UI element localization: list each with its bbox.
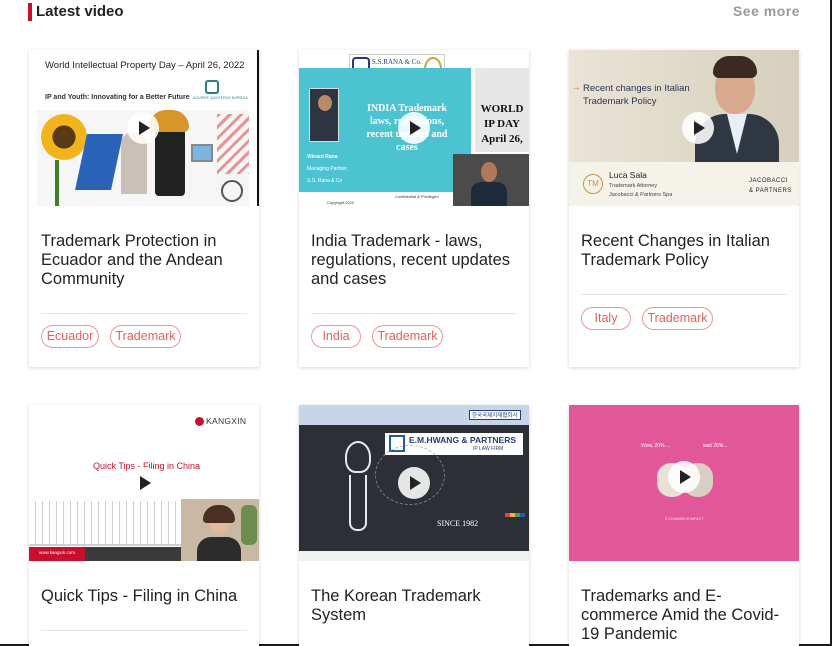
tablet-icon bbox=[191, 144, 213, 162]
video-card[interactable]: → Recent changes in Italian Trademark Po… bbox=[569, 50, 799, 367]
color-dots bbox=[505, 513, 525, 517]
speaker-webcam bbox=[181, 499, 259, 561]
speaker-name: Vikrant Rana bbox=[307, 154, 338, 160]
play-button[interactable] bbox=[668, 461, 700, 493]
play-button[interactable] bbox=[127, 112, 159, 144]
card-divider bbox=[41, 313, 247, 314]
presenter-hair bbox=[713, 56, 757, 78]
card-divider bbox=[311, 313, 517, 314]
footer-url: www.kangxin.com bbox=[39, 550, 76, 555]
thumb-banner: Recent changes in Italian Trademark Poli… bbox=[583, 83, 690, 107]
speaker-webcam bbox=[453, 154, 529, 206]
hand-drawing bbox=[349, 475, 367, 531]
tag-ecuador[interactable]: Ecuador bbox=[41, 325, 99, 348]
presenter-role: Trademark Attorney bbox=[609, 183, 658, 189]
tag-trademark[interactable]: Trademark bbox=[372, 325, 443, 348]
video-thumbnail[interactable]: World Intellectual Property Day – April … bbox=[29, 50, 259, 206]
accent-bar bbox=[28, 3, 32, 21]
copyright-text: Copyright 2022 bbox=[327, 200, 355, 205]
korean-badge: 한국국제지재협회사 bbox=[469, 410, 521, 420]
play-button[interactable] bbox=[128, 467, 160, 499]
video-title[interactable]: India Trademark - laws, regulations, rec… bbox=[311, 232, 519, 289]
speaker-role: Managing Partner, bbox=[307, 166, 348, 172]
firm-name: E.M.HWANG & PARTNERS bbox=[409, 435, 517, 445]
video-title[interactable]: Trademarks and E-commerce Amid the Covid… bbox=[581, 587, 789, 644]
confidential-text: Confidential & Privileged bbox=[395, 194, 439, 199]
tag-india[interactable]: India bbox=[311, 325, 361, 348]
play-button[interactable] bbox=[398, 467, 430, 499]
video-thumbnail[interactable]: 한국국제지재협회사 E.M.HWANG & PARTNERS IP LAW FI… bbox=[299, 405, 529, 561]
thumb-caption: E-COMMERCE IMPACT bbox=[665, 517, 704, 521]
firm-logo-text: AGUIRRE QUINTEROS NORIEGA bbox=[193, 96, 248, 100]
video-thumbnail[interactable]: → Recent changes in Italian Trademark Po… bbox=[569, 50, 799, 206]
video-card[interactable]: World Intellectual Property Day – April … bbox=[29, 50, 259, 367]
video-title[interactable]: Trademark Protection in Ecuador and the … bbox=[41, 232, 249, 289]
bottom-strip bbox=[299, 551, 529, 561]
section-title: Latest video bbox=[36, 3, 124, 20]
video-thumbnail[interactable]: S.S.RANA & Co. Vikrant Rana Managing Par… bbox=[299, 50, 529, 206]
video-card[interactable]: Wow, 20% ... wait 20%... E-COMMERCE IMPA… bbox=[569, 405, 799, 646]
firm-logo-icon bbox=[205, 80, 219, 94]
partners-logo: & PARTNERS bbox=[749, 188, 792, 194]
see-more-link[interactable]: See more bbox=[733, 2, 800, 20]
presenter-company: Jacobacci & Partners Spa bbox=[609, 192, 673, 198]
bicycle-icon bbox=[221, 180, 243, 202]
tag-trademark[interactable]: Trademark bbox=[642, 307, 713, 330]
speech-bubble-2: wait 20%... bbox=[703, 443, 728, 449]
birds-pattern bbox=[217, 114, 249, 174]
play-button[interactable] bbox=[682, 112, 714, 144]
speech-bubble-1: Wow, 20% ... bbox=[641, 443, 671, 449]
skyline-base bbox=[29, 544, 181, 546]
video-card[interactable]: S.S.RANA & Co. Vikrant Rana Managing Par… bbox=[299, 50, 529, 367]
tag-italy[interactable]: Italy bbox=[581, 307, 631, 330]
video-card[interactable]: 한국국제지재협회사 E.M.HWANG & PARTNERS IP LAW FI… bbox=[299, 405, 529, 646]
lightbulb-icon bbox=[345, 441, 371, 473]
video-title[interactable]: Quick Tips - Filing in China bbox=[41, 587, 249, 606]
speaker-photo bbox=[309, 88, 339, 142]
video-thumbnail[interactable]: Wow, 20% ... wait 20%... E-COMMERCE IMPA… bbox=[569, 405, 799, 561]
play-button[interactable] bbox=[398, 112, 430, 144]
video-thumbnail[interactable]: KANGXIN Quick Tips - Filing in China www… bbox=[29, 405, 259, 561]
card-divider bbox=[41, 630, 247, 631]
kangxin-logo-icon bbox=[195, 417, 204, 426]
kangxin-logo-text: KANGXIN bbox=[206, 416, 247, 426]
thumb-heading: World Intellectual Property Day – April … bbox=[45, 60, 245, 71]
card-divider bbox=[581, 294, 787, 295]
sunflower-icon bbox=[41, 114, 87, 160]
tag-trademark[interactable]: Trademark bbox=[110, 325, 181, 348]
firm-sub: IP LAW FIRM bbox=[473, 446, 504, 452]
video-card[interactable]: KANGXIN Quick Tips - Filing in China www… bbox=[29, 405, 259, 646]
speaker-org: S.S. Rana & Co bbox=[307, 178, 343, 184]
jacobacci-logo: JACOBACCI bbox=[749, 178, 788, 184]
thumb-subheading: IP and Youth: Innovating for a Better Fu… bbox=[45, 94, 190, 101]
video-title[interactable]: The Korean Trademark System bbox=[311, 587, 519, 625]
since-text: SINCE 1982 bbox=[437, 519, 479, 528]
skyline-drawing bbox=[29, 501, 181, 545]
video-title[interactable]: Recent Changes in Italian Trademark Poli… bbox=[581, 232, 789, 270]
lower-third bbox=[569, 162, 799, 206]
tm-monogram: TM bbox=[583, 174, 603, 194]
banner-arrow-icon: → bbox=[571, 82, 581, 93]
section-header: Latest video See more bbox=[28, 2, 800, 22]
presenter-name: Luca Sala bbox=[609, 170, 647, 180]
world-ip-day-text: WORLD IP DAY April 26, bbox=[480, 103, 524, 145]
